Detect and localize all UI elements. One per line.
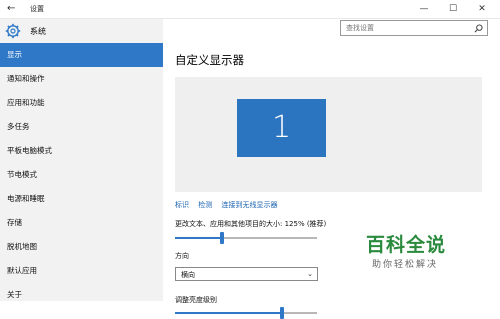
orientation-label: 方向 (175, 252, 189, 260)
sidebar-item-apps[interactable]: 应用和功能 (0, 91, 163, 115)
sidebar-item-offline-maps[interactable]: 脱机地图 (0, 235, 163, 259)
chevron-down-icon: ⌄ (307, 270, 313, 278)
sidebar-item-storage[interactable]: 存储 (0, 211, 163, 235)
back-arrow-icon[interactable]: ← (7, 3, 15, 14)
window-title: 设置 (30, 5, 44, 13)
sidebar-nav: 显示 通知和操作 应用和功能 多任务 平板电脑模式 节电模式 电源和睡眠 存储 … (0, 43, 163, 307)
orientation-dropdown[interactable]: 横向 ⌄ (175, 267, 318, 281)
brightness-label: 调整亮度级别 (175, 296, 217, 304)
brightness-slider-fill (175, 312, 282, 314)
sidebar-item-multitasking[interactable]: 多任务 (0, 115, 163, 139)
scale-slider-fill (175, 237, 222, 239)
brightness-slider-thumb[interactable] (280, 307, 284, 319)
identify-link[interactable]: 标识 (175, 201, 189, 209)
sidebar-item-tablet-mode[interactable]: 平板电脑模式 (0, 139, 163, 163)
sidebar-item-notifications[interactable]: 通知和操作 (0, 67, 163, 91)
scale-slider-thumb[interactable] (220, 232, 224, 244)
title-bar: ← 设置 — ☐ ✕ (0, 0, 500, 19)
detect-link[interactable]: 检测 (198, 201, 212, 209)
watermark: 百科全说 助你轻松解决 (362, 230, 492, 274)
sidebar-item-display[interactable]: 显示 (0, 43, 163, 67)
close-button[interactable]: ✕ (469, 0, 495, 18)
sidebar-header-label: 系统 (30, 27, 46, 36)
sidebar-item-about[interactable]: 关于 (0, 283, 163, 307)
scale-label: 更改文本、应用和其他项目的大小: 125% (推荐) (175, 220, 327, 228)
orientation-value: 横向 (181, 271, 195, 279)
display-1-tile[interactable]: 1 (237, 99, 326, 157)
wireless-display-link[interactable]: 连接到无线显示器 (221, 201, 277, 209)
display-preview: 1 (175, 77, 482, 192)
gear-icon (5, 23, 21, 39)
brightness-slider[interactable] (175, 307, 317, 319)
sidebar-item-power-sleep[interactable]: 电源和睡眠 (0, 187, 163, 211)
maximize-button[interactable]: ☐ (440, 0, 466, 18)
sidebar-item-battery-saver[interactable]: 节电模式 (0, 163, 163, 187)
page-title: 自定义显示器 (175, 53, 244, 67)
watermark-subtitle: 助你轻松解决 (372, 260, 439, 270)
minimize-button[interactable]: — (411, 0, 437, 18)
sidebar: 系统 显示 通知和操作 应用和功能 多任务 平板电脑模式 节电模式 电源和睡眠 … (0, 19, 163, 301)
sidebar-item-default-apps[interactable]: 默认应用 (0, 259, 163, 283)
watermark-title: 百科全说 (366, 234, 447, 256)
display-links: 标识 检测 连接到无线显示器 (175, 200, 284, 210)
scale-slider[interactable] (175, 232, 317, 244)
